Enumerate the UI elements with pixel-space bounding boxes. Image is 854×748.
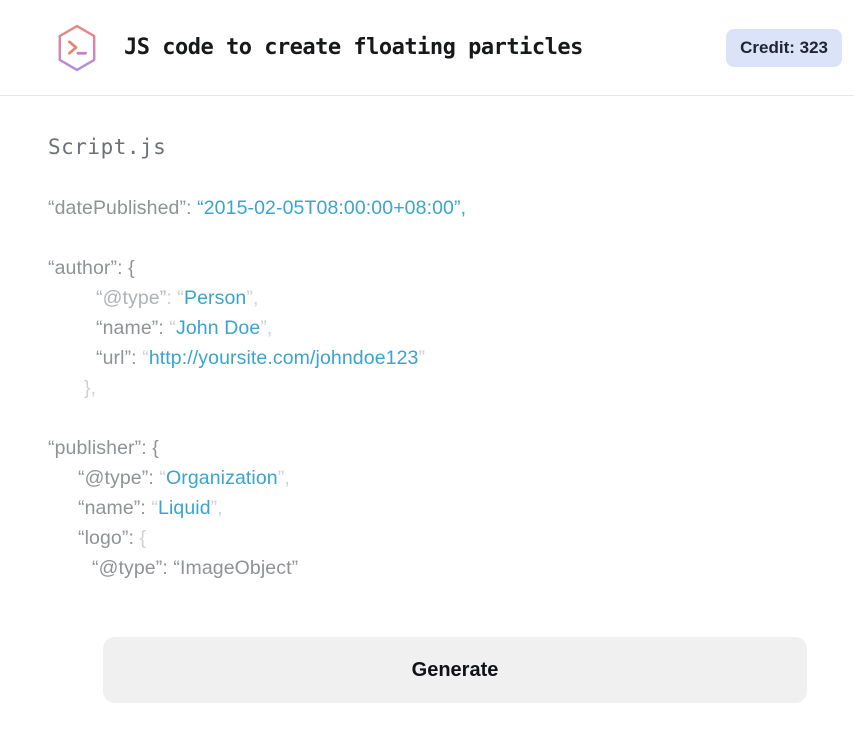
code-segment: ” (418, 347, 426, 369)
code-segment: , (266, 317, 273, 339)
code-segment: ” (246, 287, 253, 309)
code-line: “@type”: “ImageObject” (48, 553, 854, 583)
script-filename-heading: Script.js (48, 135, 167, 159)
code-segment: Organization (165, 467, 278, 489)
code-segment: , (284, 467, 290, 489)
code-segment: “ (159, 467, 166, 489)
code-segment: : (166, 287, 178, 309)
code-line: “datePublished”: “2015-02-05T08:00:00+08… (48, 193, 854, 223)
code-segment: “ (177, 287, 184, 309)
credit-badge: Credit: 323 (726, 28, 842, 67)
code-segment: , (252, 287, 259, 309)
page: JS code to create floating particles Cre… (0, 0, 854, 748)
header: JS code to create floating particles Cre… (0, 0, 854, 96)
code-segment: “ (142, 347, 149, 369)
code-segment: “@type” (96, 287, 167, 309)
code-segment: “2015-02-05T08:00:00+08:00”, (197, 197, 467, 219)
terminal-prompt-hexagon-icon (56, 23, 98, 73)
code-segment: Liquid (158, 497, 211, 519)
main-content: Script.js “datePublished”: “2015-02-05T0… (0, 96, 854, 748)
code-segment: “author” (48, 257, 118, 279)
code-segment: : (186, 197, 198, 219)
code-line: “name”: “John Doe”, (48, 313, 854, 343)
code-segment: http://yoursite.com/johndoe123 (148, 347, 419, 369)
code-line: “logo”: { (48, 523, 854, 553)
code-segment: “url” (96, 347, 132, 369)
code-segment: { (139, 527, 147, 549)
code-line: }, (48, 373, 854, 403)
code-line: “@type”: “Organization”, (48, 463, 854, 493)
code-segment: John Doe (176, 317, 261, 339)
code-segment: “publisher” (48, 437, 142, 459)
code-segment: : (140, 497, 152, 519)
code-line: “author”: { (48, 253, 854, 283)
code-segment: : (131, 347, 143, 369)
code-segment: : (158, 317, 170, 339)
code-segment: : (128, 527, 140, 549)
code-segment: “name” (78, 497, 141, 519)
code-segment: “datePublished” (48, 197, 187, 219)
code-segment: : (148, 467, 160, 489)
code-block: “datePublished”: “2015-02-05T08:00:00+08… (48, 193, 854, 583)
code-segment: “name” (96, 317, 159, 339)
code-segment: Person (183, 287, 247, 309)
code-segment: ” (260, 317, 267, 339)
button-row: Generate (103, 637, 807, 703)
code-line: “publisher”: { (48, 433, 854, 463)
code-line: “@type”: “Person”, (48, 283, 854, 313)
code-segment: “logo” (78, 527, 129, 549)
code-line: “name”: “Liquid”, (48, 493, 854, 523)
code-line: “url”: “http://yoursite.com/johndoe123” (48, 343, 854, 373)
page-title: JS code to create floating particles (124, 35, 583, 60)
code-segment: “@type”: “ImageObject” (92, 557, 299, 579)
code-segment: : { (117, 257, 135, 279)
generate-button[interactable]: Generate (103, 637, 807, 703)
code-segment: }, (84, 377, 97, 399)
code-segment: : { (141, 437, 159, 459)
code-segment: , (217, 497, 223, 519)
code-segment: “@type” (78, 467, 149, 489)
